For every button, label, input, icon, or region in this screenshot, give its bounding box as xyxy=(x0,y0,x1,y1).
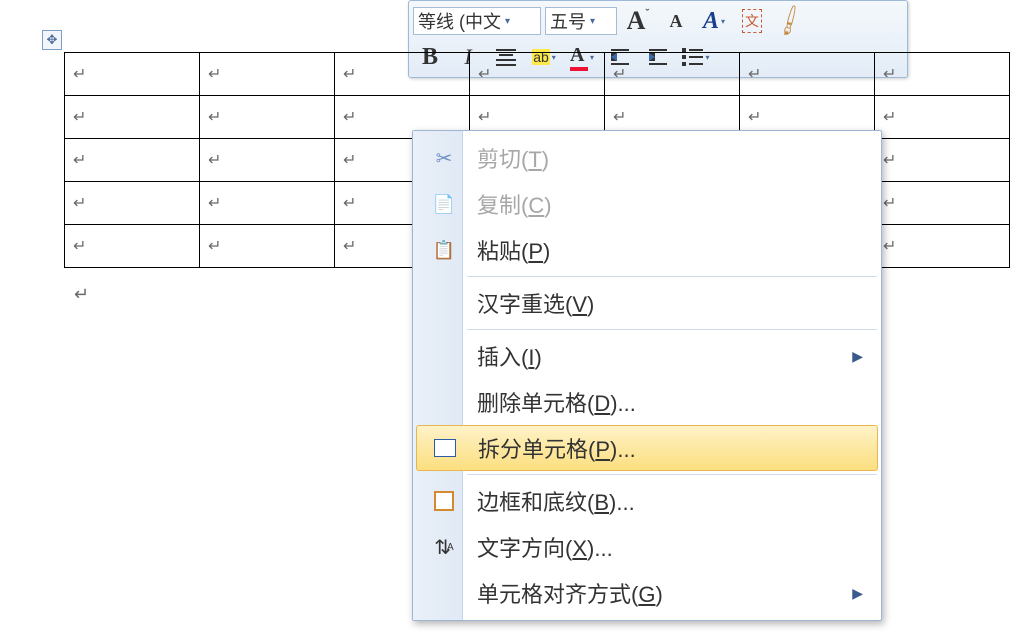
menu-label: 边框和底纹(B)... xyxy=(477,485,635,517)
table-move-handle[interactable]: ✥ xyxy=(42,30,62,50)
paste-icon xyxy=(425,240,463,261)
table-cell[interactable]: ↵ xyxy=(200,182,335,225)
menu-label: 文字方向(X)... xyxy=(477,531,613,563)
table-cell[interactable]: ↵ xyxy=(65,96,200,139)
table-cell[interactable]: ↵ xyxy=(335,53,470,96)
table-cell[interactable]: ↵ xyxy=(875,182,1010,225)
table-cell[interactable]: ↵ xyxy=(740,53,875,96)
text-effects-icon: A xyxy=(703,8,719,35)
menu-label: 单元格对齐方式(G) xyxy=(477,577,663,609)
table-cell[interactable]: ↵ xyxy=(875,96,1010,139)
border-icon xyxy=(425,491,463,511)
shrink-font-button[interactable]: A xyxy=(659,5,693,37)
menu-item-insert[interactable]: 插入(I) ▶ xyxy=(413,333,881,379)
text-direction-icon xyxy=(425,535,463,560)
menu-item-split-cells[interactable]: 拆分单元格(P)... xyxy=(416,425,878,471)
grow-font-icon: A xyxy=(627,6,650,36)
table-cell[interactable]: ↵ xyxy=(200,139,335,182)
char-border-button[interactable]: 文 xyxy=(735,5,769,37)
chevron-down-icon: ▾ xyxy=(590,16,595,27)
table-row: ↵↵↵↵↵↵↵ xyxy=(65,53,1010,96)
table-cell[interactable]: ↵ xyxy=(200,225,335,268)
table-cell[interactable]: ↵ xyxy=(65,182,200,225)
chevron-down-icon: ▾ xyxy=(505,16,510,27)
format-painter-button[interactable]: 🖌 xyxy=(773,5,807,37)
submenu-arrow-icon: ▶ xyxy=(852,585,863,602)
text-effects-button[interactable]: A▾ xyxy=(697,5,731,37)
menu-separator xyxy=(467,276,877,277)
paragraph-mark: ↵ xyxy=(74,284,89,305)
font-size-value: 五号 xyxy=(550,8,586,34)
char-border-icon: 文 xyxy=(742,9,762,33)
shrink-font-icon: A xyxy=(670,11,683,32)
table-cell[interactable]: ↵ xyxy=(875,53,1010,96)
table-cell[interactable]: ↵ xyxy=(200,53,335,96)
menu-label: 剪切(T) xyxy=(477,142,549,174)
table-cell[interactable]: ↵ xyxy=(875,139,1010,182)
table-cell[interactable]: ↵ xyxy=(65,225,200,268)
table-cell[interactable]: ↵ xyxy=(200,96,335,139)
menu-item-reconvert[interactable]: 汉字重选(V) xyxy=(413,280,881,326)
menu-item-paste[interactable]: 粘贴(P) xyxy=(413,227,881,273)
menu-item-borders-shading[interactable]: 边框和底纹(B)... xyxy=(413,478,881,524)
font-name-value: 等线 (中文 xyxy=(418,8,501,34)
menu-label: 删除单元格(D)... xyxy=(477,386,636,418)
font-name-dropdown[interactable]: 等线 (中文 ▾ xyxy=(413,7,541,35)
menu-separator xyxy=(467,474,877,475)
menu-item-delete-cells[interactable]: 删除单元格(D)... xyxy=(413,379,881,425)
menu-item-cut[interactable]: 剪切(T) xyxy=(413,135,881,181)
grow-font-button[interactable]: A xyxy=(621,5,655,37)
submenu-arrow-icon: ▶ xyxy=(852,348,863,365)
font-size-dropdown[interactable]: 五号 ▾ xyxy=(545,7,617,35)
chevron-down-icon: ▾ xyxy=(721,17,725,26)
table-cell[interactable]: ↵ xyxy=(65,139,200,182)
copy-icon xyxy=(425,194,463,215)
menu-label: 拆分单元格(P)... xyxy=(478,432,636,464)
context-menu: 剪切(T) 复制(C) 粘贴(P) 汉字重选(V) 插入(I) ▶ 删除单元格(… xyxy=(412,130,882,621)
scissors-icon xyxy=(425,146,463,171)
menu-label: 汉字重选(V) xyxy=(477,287,594,319)
menu-item-text-direction[interactable]: 文字方向(X)... xyxy=(413,524,881,570)
menu-label: 插入(I) xyxy=(477,340,542,372)
menu-separator xyxy=(467,329,877,330)
table-cell[interactable]: ↵ xyxy=(605,53,740,96)
menu-label: 复制(C) xyxy=(477,188,552,220)
table-cell[interactable]: ↵ xyxy=(875,225,1010,268)
table-cell[interactable]: ↵ xyxy=(470,53,605,96)
menu-item-copy[interactable]: 复制(C) xyxy=(413,181,881,227)
menu-item-cell-alignment[interactable]: 单元格对齐方式(G) ▶ xyxy=(413,570,881,616)
brush-icon: 🖌 xyxy=(771,3,808,39)
table-cell[interactable]: ↵ xyxy=(65,53,200,96)
table-icon xyxy=(426,439,464,457)
menu-label: 粘贴(P) xyxy=(477,234,550,266)
